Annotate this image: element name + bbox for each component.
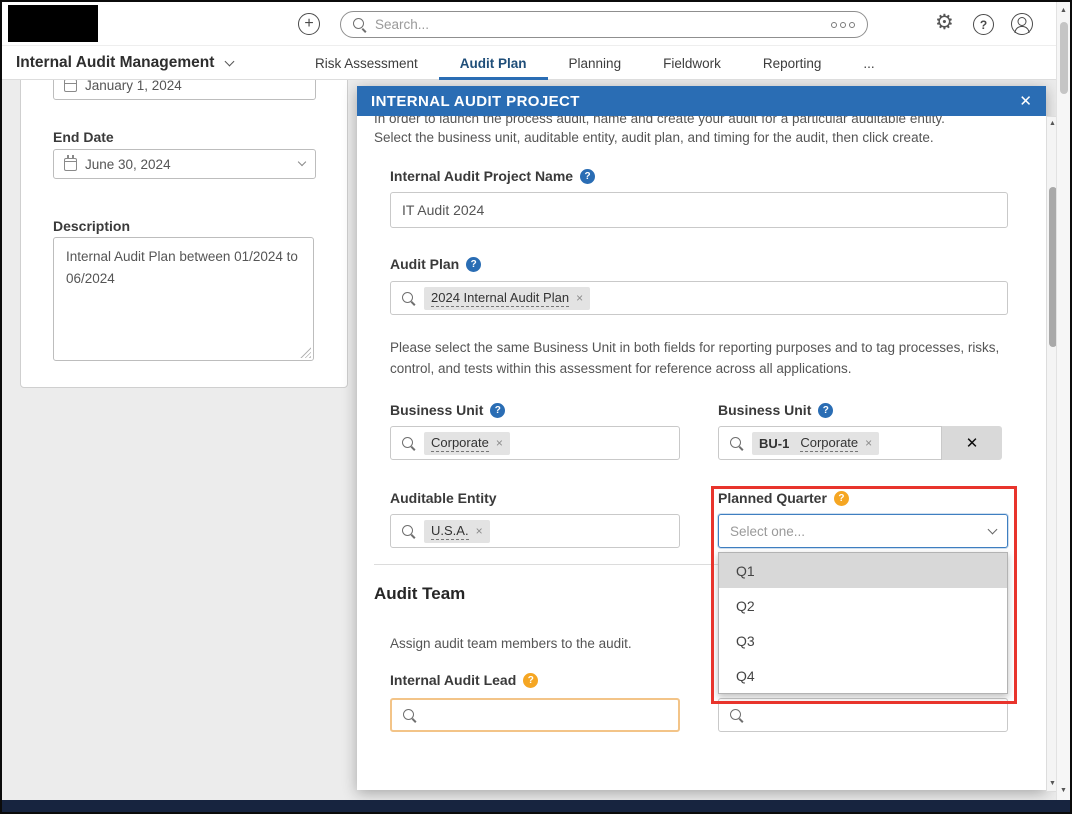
project-name-label: Internal Audit Project Name ? bbox=[390, 168, 596, 184]
planned-quarter-select[interactable]: Select one... bbox=[718, 514, 1008, 548]
dropdown-option-q2[interactable]: Q2 bbox=[719, 588, 1007, 623]
help-icon[interactable]: ? bbox=[466, 256, 482, 272]
planned-quarter-label: Planned Quarter ? bbox=[718, 490, 849, 506]
auditable-entity-label: Auditable Entity bbox=[390, 490, 497, 506]
calendar-icon bbox=[64, 76, 77, 92]
nav-bar: Internal Audit Management Risk Assessmen… bbox=[2, 46, 1070, 80]
project-name-input[interactable]: IT Audit 2024 bbox=[390, 192, 1008, 228]
calendar-icon bbox=[64, 154, 77, 171]
chevron-down-icon bbox=[224, 56, 235, 66]
scrollbar-thumb[interactable] bbox=[1059, 22, 1068, 94]
chevron-down-icon bbox=[297, 157, 307, 167]
help-icon[interactable]: ? bbox=[490, 402, 506, 418]
business-unit-left-field[interactable]: Corporate × bbox=[390, 426, 680, 460]
tag-remove-icon[interactable]: × bbox=[865, 436, 872, 450]
tab-fieldwork[interactable]: Fieldwork bbox=[642, 46, 742, 80]
audit-team-heading: Audit Team bbox=[374, 584, 466, 603]
tag-remove-icon[interactable]: × bbox=[476, 524, 483, 538]
internal-audit-lead-input[interactable] bbox=[390, 698, 680, 732]
top-bar: + Search... ⚙ ? bbox=[2, 2, 1070, 46]
dropdown-option-q1[interactable]: Q1 bbox=[719, 553, 1007, 588]
search-icon bbox=[730, 708, 743, 722]
team-member-input[interactable] bbox=[718, 698, 1008, 732]
add-button[interactable]: + bbox=[298, 13, 320, 35]
planned-quarter-dropdown: Q1 Q2 Q3 Q4 bbox=[718, 552, 1008, 694]
search-icon bbox=[402, 436, 415, 450]
tab-planning[interactable]: Planning bbox=[548, 46, 643, 80]
search-placeholder: Search... bbox=[375, 17, 430, 32]
app-window: + Search... ⚙ ? Internal Audit Managemen… bbox=[0, 0, 1072, 814]
business-unit-note: Please select the same Business Unit in … bbox=[390, 340, 1000, 376]
dropdown-option-q3[interactable]: Q3 bbox=[719, 623, 1007, 658]
gear-icon[interactable]: ⚙ bbox=[935, 11, 954, 35]
internal-audit-lead-label: Internal Audit Lead ? bbox=[390, 672, 539, 688]
bottom-bar bbox=[2, 800, 1070, 812]
tab-risk-assessment[interactable]: Risk Assessment bbox=[294, 46, 439, 80]
profile-icon[interactable] bbox=[1011, 13, 1033, 35]
end-date-label: End Date bbox=[53, 129, 114, 145]
business-unit-left-label: Business Unit ? bbox=[390, 402, 506, 418]
tab-reporting[interactable]: Reporting bbox=[742, 46, 843, 80]
search-icon bbox=[403, 708, 416, 722]
chevron-down-icon bbox=[987, 524, 998, 534]
start-date-value: January 1, 2024 bbox=[85, 78, 182, 93]
help-icon[interactable]: ? bbox=[973, 14, 994, 35]
clear-icon: ✕ bbox=[965, 435, 979, 452]
modal-header: INTERNAL AUDIT PROJECT ✕ bbox=[357, 86, 1046, 116]
business-unit-right-label: Business Unit ? bbox=[718, 402, 834, 418]
search-icon bbox=[353, 18, 366, 31]
tag-remove-icon[interactable]: × bbox=[576, 291, 583, 305]
help-icon[interactable]: ? bbox=[523, 672, 539, 688]
search-icon bbox=[402, 524, 415, 538]
close-icon[interactable]: ✕ bbox=[1019, 92, 1032, 110]
auditable-entity-field[interactable]: U.S.A. × bbox=[390, 514, 680, 548]
planned-quarter-placeholder: Select one... bbox=[730, 523, 806, 539]
window-scrollbar[interactable]: ▲ ▼ bbox=[1056, 2, 1070, 800]
internal-audit-project-modal: In order to launch the process audit, na… bbox=[357, 86, 1046, 790]
resize-handle[interactable] bbox=[300, 347, 311, 358]
auditable-entity-tag: U.S.A. × bbox=[424, 519, 490, 543]
tab-more[interactable]: ... bbox=[842, 46, 895, 80]
audit-plan-form-card: January 1, 2024 End Date June 30, 2024 D… bbox=[20, 66, 348, 388]
end-date-field[interactable]: June 30, 2024 bbox=[53, 149, 316, 179]
global-search[interactable]: Search... bbox=[340, 11, 868, 38]
modal-title: INTERNAL AUDIT PROJECT bbox=[371, 92, 580, 110]
search-options-icon[interactable] bbox=[831, 21, 855, 28]
project-name-value: IT Audit 2024 bbox=[402, 202, 485, 218]
clear-field-button[interactable]: ✕ bbox=[942, 426, 1002, 460]
dropdown-option-q4[interactable]: Q4 bbox=[719, 658, 1007, 693]
description-label: Description bbox=[53, 218, 131, 234]
description-value: Internal Audit Plan between 01/2024 to 0… bbox=[66, 249, 298, 286]
help-icon[interactable]: ? bbox=[818, 402, 834, 418]
business-unit-left-tag: Corporate × bbox=[424, 431, 510, 455]
help-icon[interactable]: ? bbox=[580, 168, 596, 184]
plus-icon: + bbox=[304, 15, 314, 32]
end-date-value: June 30, 2024 bbox=[85, 156, 171, 172]
redacted-logo bbox=[8, 5, 98, 42]
app-switcher[interactable]: Internal Audit Management bbox=[16, 46, 235, 80]
search-icon bbox=[402, 291, 415, 305]
audit-plan-select-field[interactable]: 2024 Internal Audit Plan × bbox=[390, 281, 1008, 315]
audit-plan-tag: 2024 Internal Audit Plan × bbox=[424, 286, 591, 310]
help-icon[interactable]: ? bbox=[833, 490, 849, 506]
tab-audit-plan[interactable]: Audit Plan bbox=[438, 46, 548, 80]
tag-remove-icon[interactable]: × bbox=[496, 436, 503, 450]
scroll-up-icon[interactable]: ▲ bbox=[1057, 6, 1070, 16]
modal-intro-line2: Select the business unit, auditable enti… bbox=[374, 130, 934, 145]
business-unit-right-field[interactable]: BU-1 Corporate × bbox=[718, 426, 942, 460]
audit-plan-label: Audit Plan ? bbox=[390, 256, 482, 272]
search-icon bbox=[730, 436, 743, 450]
business-unit-right-tag: BU-1 Corporate × bbox=[752, 431, 880, 455]
app-title: Internal Audit Management bbox=[16, 54, 215, 71]
scroll-down-icon[interactable]: ▼ bbox=[1057, 786, 1070, 796]
nav-tabs: Risk Assessment Audit Plan Planning Fiel… bbox=[294, 46, 896, 80]
description-textarea[interactable]: Internal Audit Plan between 01/2024 to 0… bbox=[53, 237, 314, 361]
